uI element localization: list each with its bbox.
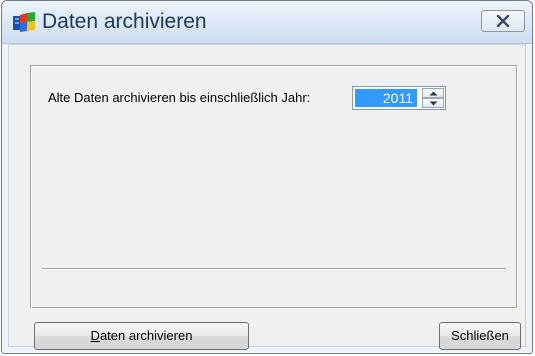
- close-button[interactable]: [481, 10, 525, 32]
- close-dialog-button[interactable]: Schließen: [439, 322, 521, 350]
- arrow-up-icon: [429, 91, 437, 95]
- separator-line: [42, 268, 506, 270]
- close-icon: [496, 15, 510, 27]
- archive-data-button[interactable]: Daten archivieren: [34, 322, 249, 350]
- year-spinbox[interactable]: 2011: [352, 86, 446, 110]
- year-input[interactable]: 2011: [355, 89, 417, 107]
- app-icon: [13, 12, 35, 32]
- year-label: Alte Daten archivieren bis einschließlic…: [48, 90, 311, 105]
- archive-button-mnemonic: D: [90, 328, 100, 343]
- arrow-down-icon: [429, 101, 437, 105]
- window-title: Daten archivieren: [42, 10, 207, 33]
- year-spinner[interactable]: [422, 88, 444, 108]
- title-bar[interactable]: Daten archivieren: [2, 1, 532, 44]
- archive-button-label: aten archivieren: [99, 328, 193, 343]
- spin-down-button[interactable]: [422, 98, 444, 108]
- dialog-client-area: Alte Daten archivieren bis einschließlic…: [8, 44, 526, 350]
- spin-up-button[interactable]: [422, 88, 444, 98]
- settings-group-box: Alte Daten archivieren bis einschließlic…: [30, 65, 518, 309]
- dialog-window: Daten archivieren Alte Daten archivieren…: [1, 0, 533, 354]
